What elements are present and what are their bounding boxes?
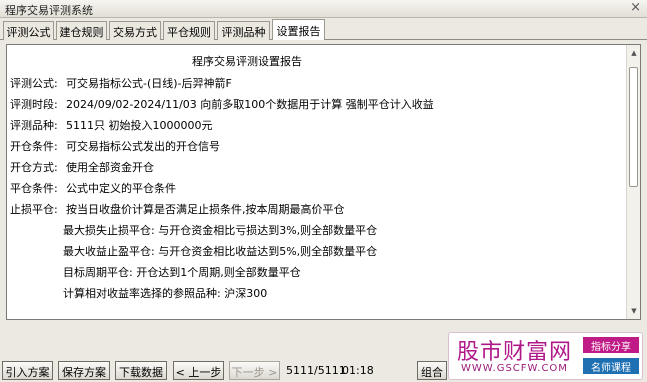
report-subline-max-gain: 最大收益止盈平仓: 与开仓资金相比收益达到5%,则全部数量平仓 [63, 245, 378, 258]
watermark-logo: 股市财富网 WWW.GSCFW.COM 指标分享 名师课程 [448, 332, 643, 380]
tab-report[interactable]: 设置报告 [272, 19, 325, 40]
report-subline-benchmark: 计算相对收益率选择的参照品种: 沪深300 [63, 287, 268, 300]
tab-bar: 评测公式 建仓规则 交易方式 平仓规则 评测品种 设置报告 [0, 19, 647, 40]
tab-trade-mode[interactable]: 交易方式 [109, 21, 161, 40]
close-icon[interactable]: × [630, 1, 641, 15]
report-line-instruments: 评测品种: 5111只 初始投入1000000元 [10, 119, 213, 132]
window-title: 程序交易评测系统 [5, 4, 93, 17]
report-subline-target-period: 目标周期平仓: 开仓达到1个周期,则全部数量平仓 [63, 266, 301, 279]
report-line-formula: 评测公式: 可交易指标公式-(日线)-后羿神箭F [10, 77, 232, 90]
tab-close-rules[interactable]: 平仓规则 [163, 21, 215, 40]
watermark-url: WWW.GSCFW.COM [461, 363, 568, 374]
report-line-open-condition: 开仓条件: 可交易指标公式发出的开仓信号 [10, 140, 220, 153]
elapsed-time: 01:18 [342, 364, 374, 377]
scroll-thumb[interactable] [629, 67, 638, 187]
next-step-button: 下一步 > [229, 361, 280, 380]
watermark-name: 股市财富网 [457, 340, 573, 365]
title-bar: 程序交易评测系统 × [0, 0, 647, 18]
prev-step-button[interactable]: < 上一步 [173, 361, 224, 380]
combine-button[interactable]: 组合 [417, 361, 447, 380]
report-subline-max-loss: 最大损失止损平仓: 与开仓资金相比亏损达到3%,则全部数量平仓 [63, 224, 378, 237]
progress-count: 5111/5111 [286, 364, 346, 377]
report-line-open-mode: 开仓方式: 使用全部资金开仓 [10, 161, 154, 174]
report-line-close-condition: 平仓条件: 公式中定义的平仓条件 [10, 182, 176, 195]
watermark-tag-course: 名师课程 [583, 358, 639, 374]
scroll-down-icon[interactable]: ▼ [627, 305, 641, 317]
save-scheme-button[interactable]: 保存方案 [58, 361, 110, 380]
vertical-scrollbar[interactable]: ▲ ▼ [626, 45, 640, 319]
report-title: 程序交易评测设置报告 [192, 55, 302, 68]
report-panel: 程序交易评测设置报告 评测公式: 可交易指标公式-(日线)-后羿神箭F 评测时段:… [6, 44, 641, 320]
report-line-stop-loss: 止损平仓: 按当日收盘价计算是否满足止损条件,按本周期最高价平仓 [10, 203, 345, 216]
tab-open-rules[interactable]: 建仓规则 [56, 21, 107, 40]
import-scheme-button[interactable]: 引入方案 [2, 361, 53, 380]
tab-instruments[interactable]: 评测品种 [217, 21, 270, 40]
tab-formula[interactable]: 评测公式 [3, 21, 54, 40]
scroll-up-icon[interactable]: ▲ [627, 47, 641, 59]
watermark-tag-share: 指标分享 [583, 337, 639, 353]
report-line-period: 评测时段: 2024/09/02-2024/11/03 向前多取100个数据用于计… [10, 98, 434, 111]
download-data-button[interactable]: 下载数据 [115, 361, 167, 380]
